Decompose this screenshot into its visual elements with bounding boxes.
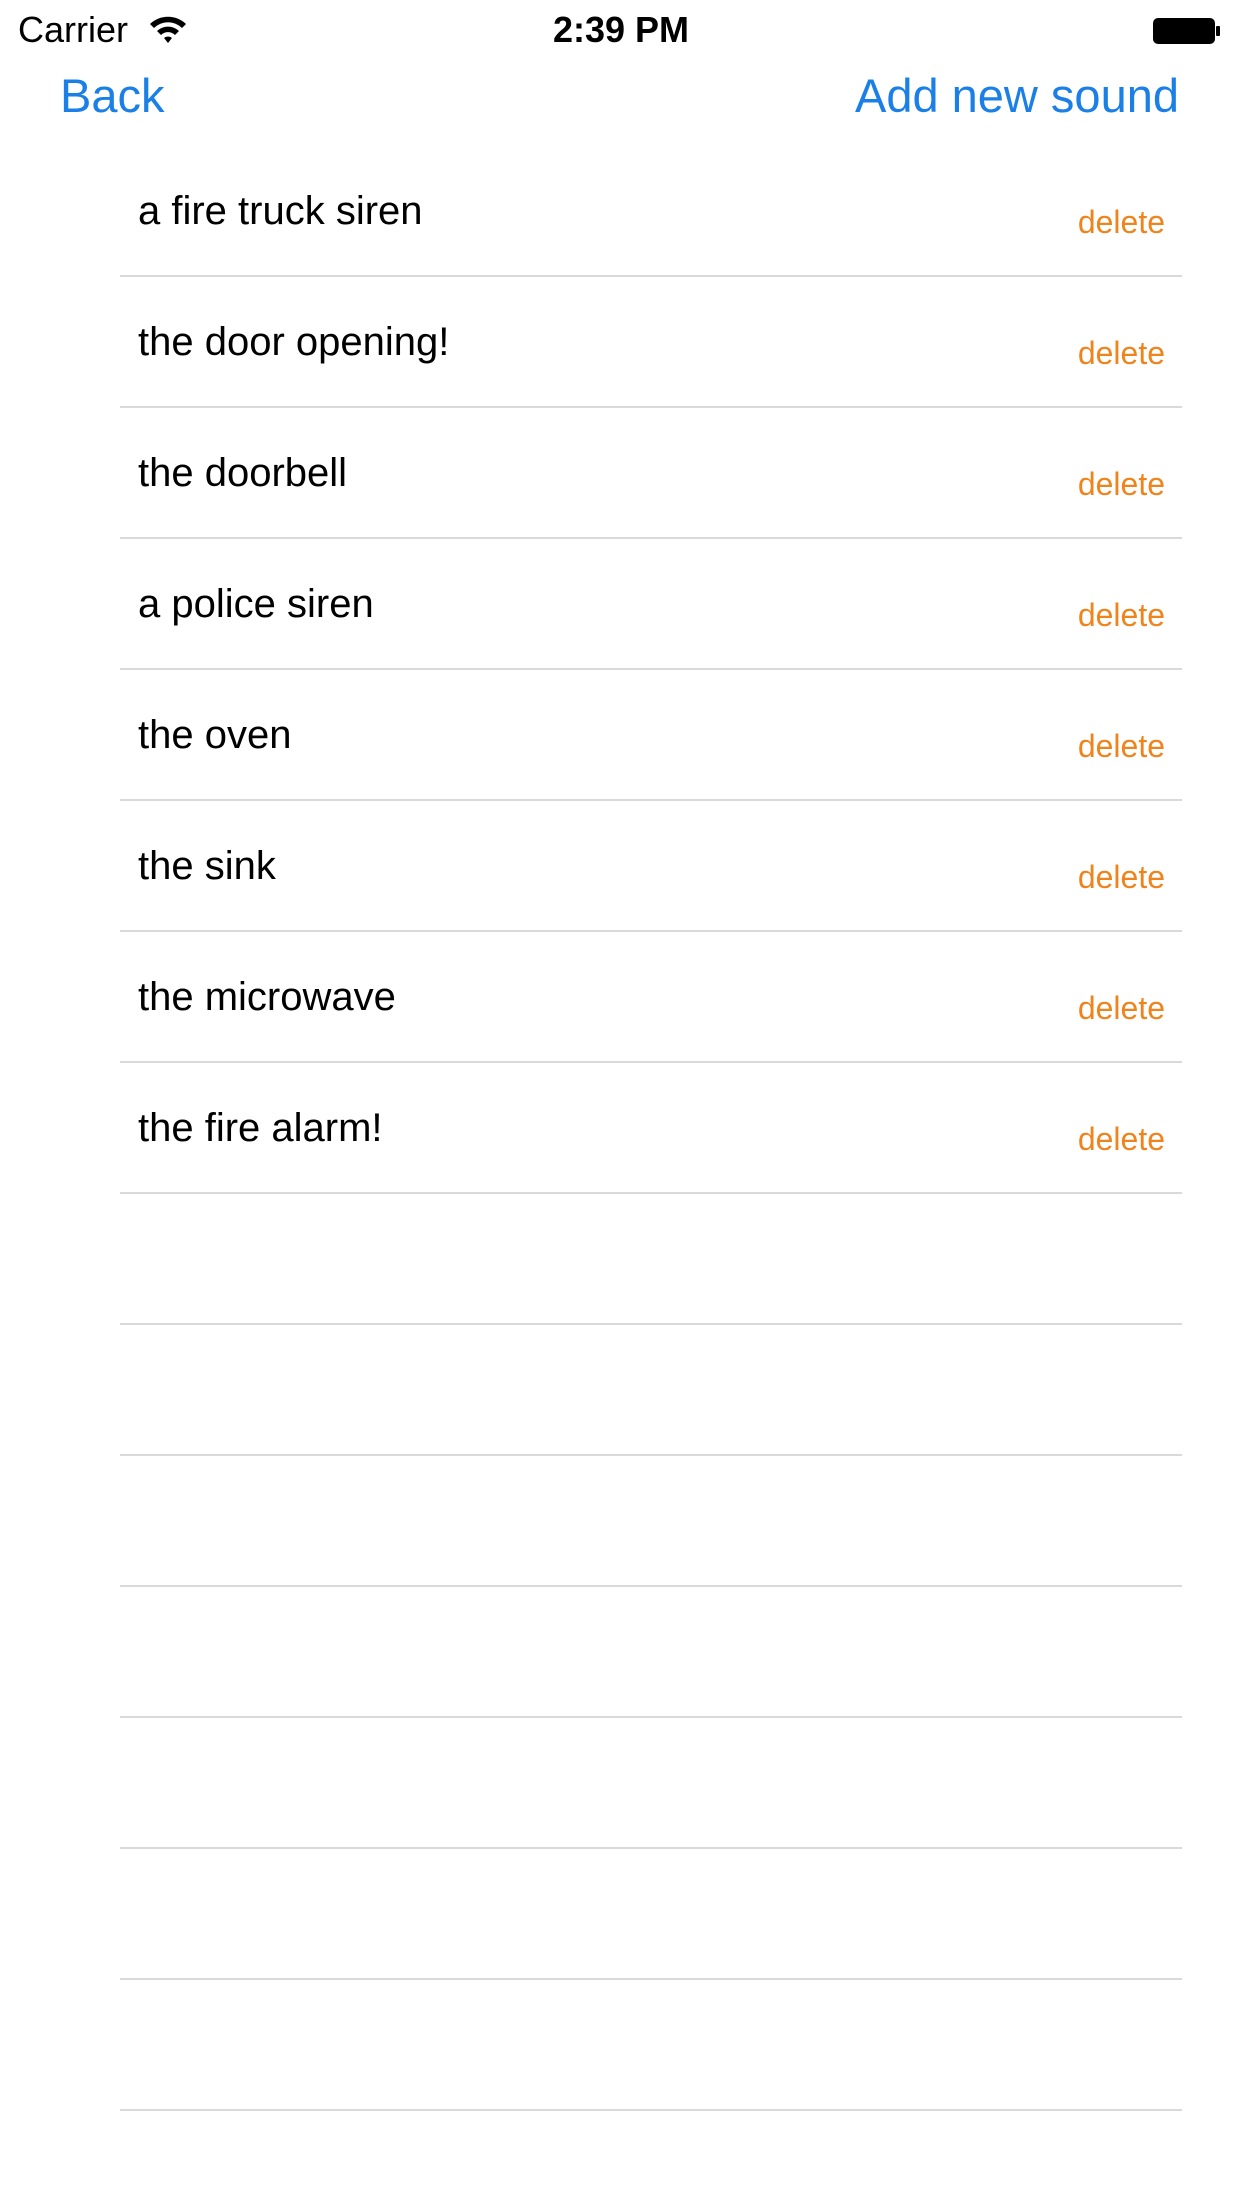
sound-label: a police siren — [138, 582, 374, 626]
sound-label: the fire alarm! — [138, 1106, 383, 1150]
add-new-sound-button[interactable]: Add new sound — [855, 66, 1179, 126]
empty-row — [120, 1456, 1182, 1587]
sound-row[interactable]: a fire truck siren delete — [120, 146, 1182, 277]
sound-row[interactable]: the fire alarm! delete — [120, 1063, 1182, 1194]
delete-button[interactable]: delete — [1078, 988, 1165, 1028]
sound-row[interactable]: the microwave delete — [120, 932, 1182, 1063]
sound-label: the door opening! — [138, 320, 450, 364]
status-bar: Carrier 2:39 PM — [0, 0, 1242, 60]
delete-button[interactable]: delete — [1078, 857, 1165, 897]
sound-label: the oven — [138, 713, 292, 757]
delete-button[interactable]: delete — [1078, 464, 1165, 504]
empty-row — [120, 1849, 1182, 1980]
sound-label: the sink — [138, 844, 276, 888]
delete-button[interactable]: delete — [1078, 333, 1165, 373]
sound-row[interactable]: a police siren delete — [120, 539, 1182, 670]
sound-label: a fire truck siren — [138, 189, 423, 233]
sound-list: a fire truck siren delete the door openi… — [120, 146, 1182, 2111]
empty-row — [120, 1718, 1182, 1849]
sound-label: the microwave — [138, 975, 396, 1019]
back-button[interactable]: Back — [60, 66, 165, 126]
empty-row — [120, 1325, 1182, 1456]
delete-button[interactable]: delete — [1078, 595, 1165, 635]
sound-row[interactable]: the sink delete — [120, 801, 1182, 932]
battery-icon — [1153, 18, 1220, 44]
empty-row — [120, 1194, 1182, 1325]
sound-row[interactable]: the doorbell delete — [120, 408, 1182, 539]
empty-row — [120, 1980, 1182, 2111]
sound-row[interactable]: the door opening! delete — [120, 277, 1182, 408]
status-time: 2:39 PM — [552, 9, 690, 50]
delete-button[interactable]: delete — [1078, 202, 1165, 242]
delete-button[interactable]: delete — [1078, 726, 1165, 766]
delete-button[interactable]: delete — [1078, 1119, 1165, 1159]
sound-row[interactable]: the oven delete — [120, 670, 1182, 801]
sound-label: the doorbell — [138, 451, 348, 495]
empty-row — [120, 1587, 1182, 1718]
